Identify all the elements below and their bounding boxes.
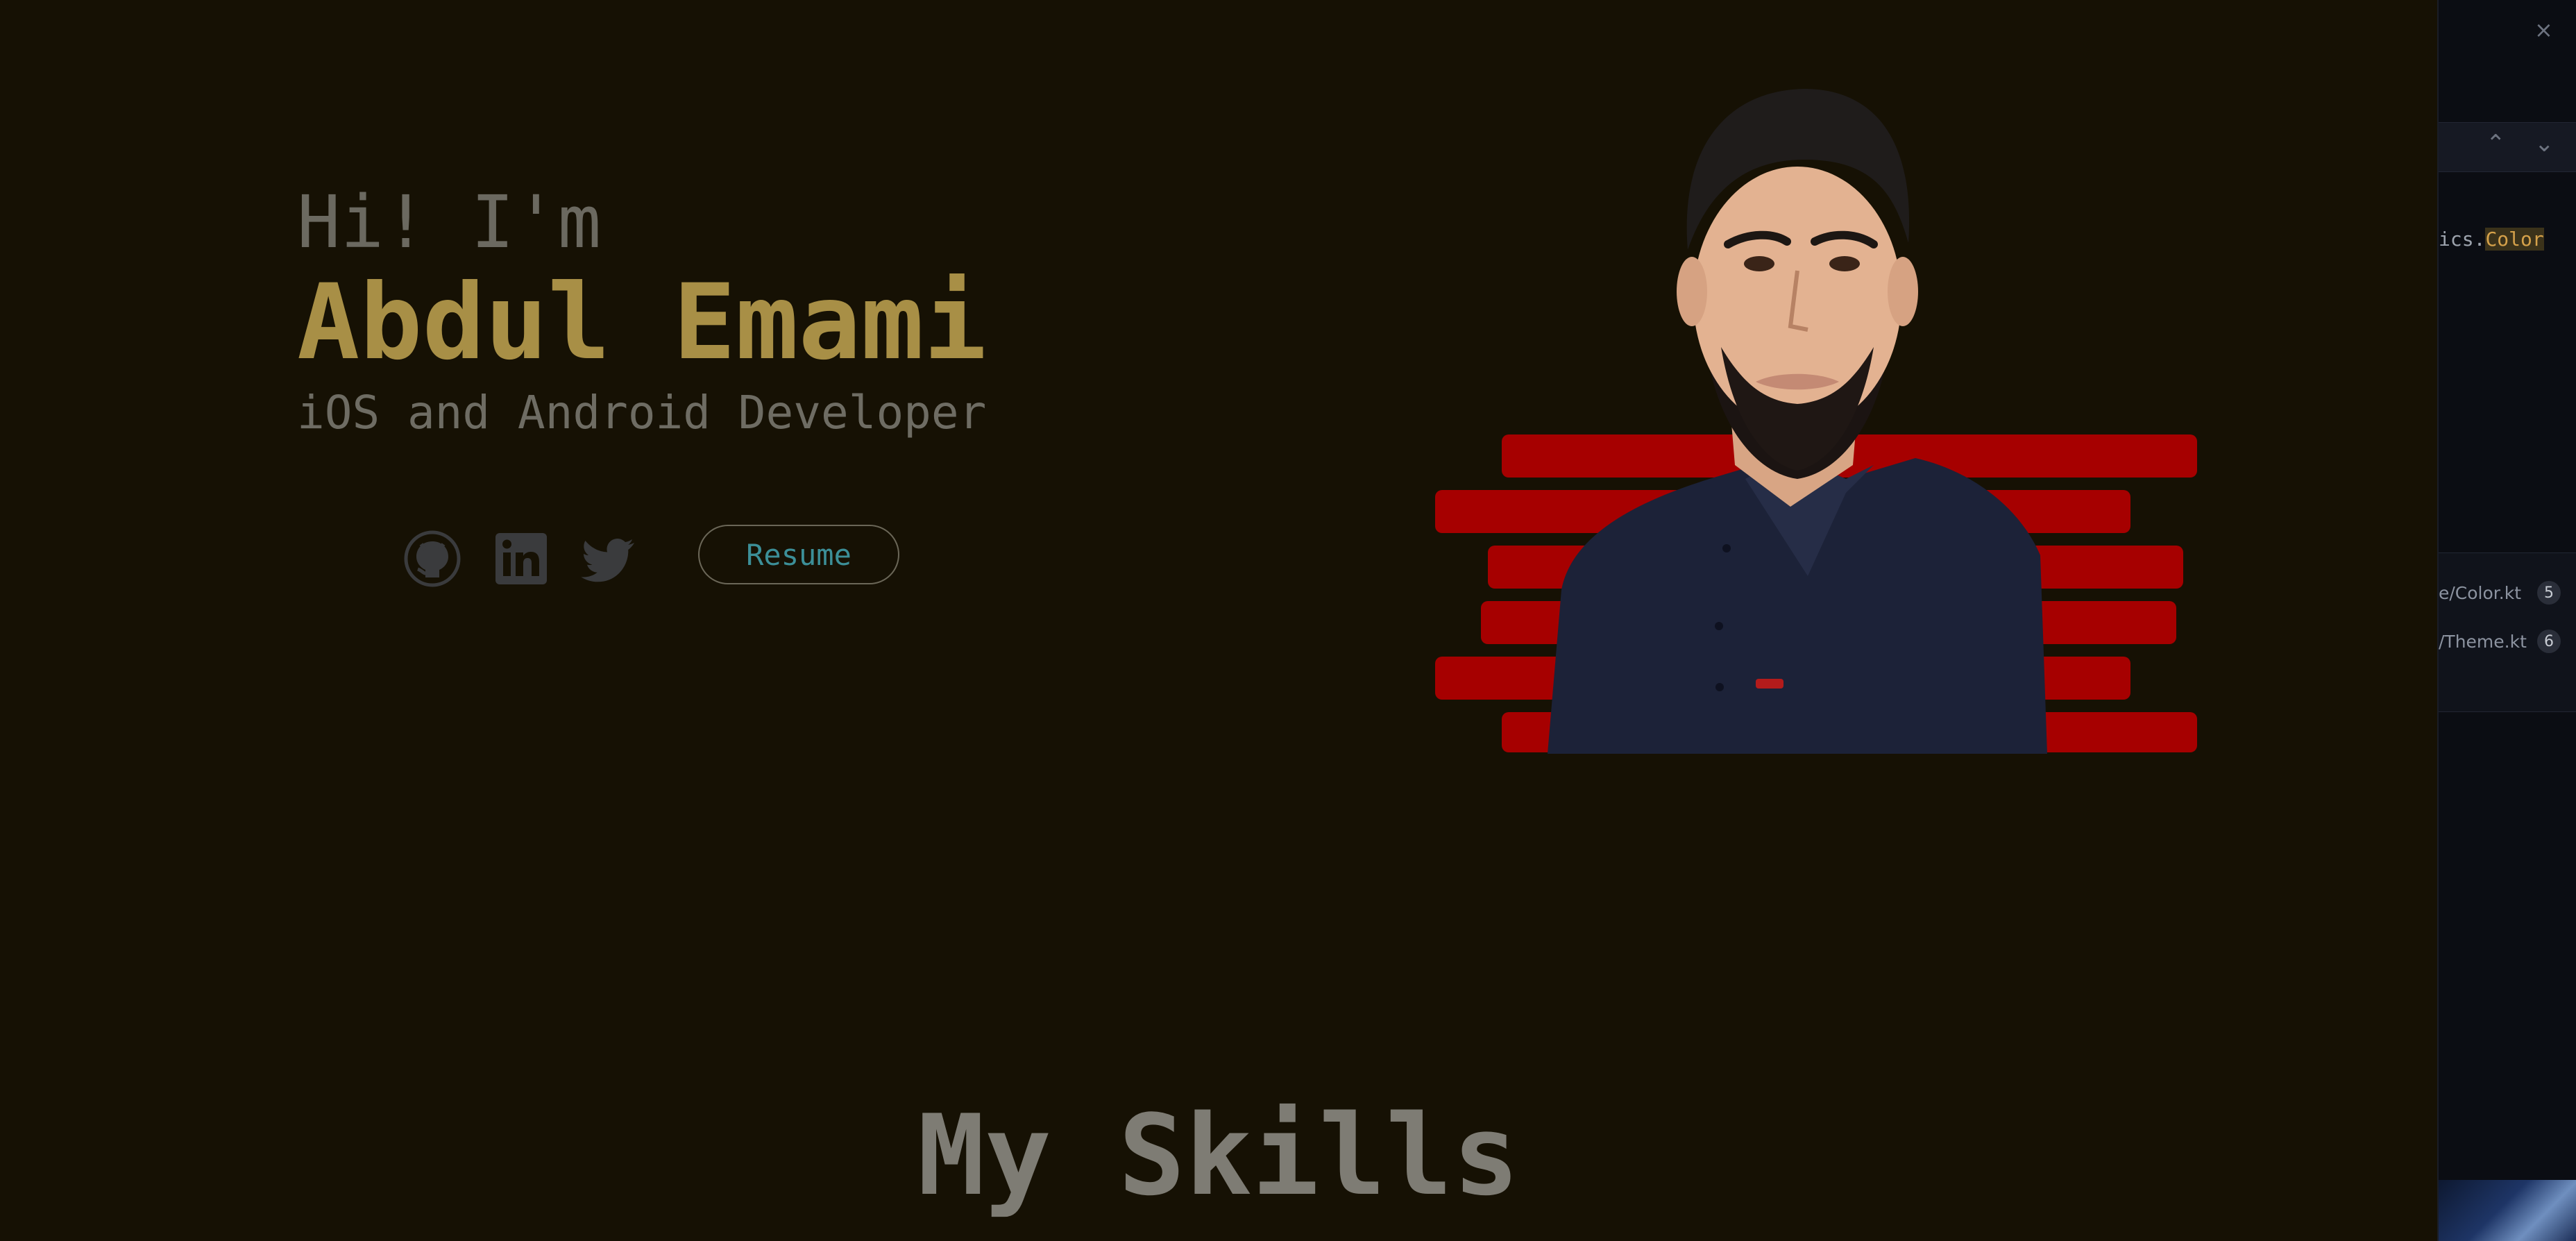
profile-photo bbox=[1435, 89, 2197, 754]
file-name: e/Color.kt bbox=[2439, 582, 2522, 603]
twitter-icon[interactable] bbox=[580, 529, 640, 589]
skills-title: My Skills bbox=[917, 1090, 1520, 1220]
find-toolbar: ⌃ ⌄ bbox=[2439, 122, 2576, 172]
file-name: /Theme.kt bbox=[2439, 631, 2527, 652]
github-icon[interactable] bbox=[402, 529, 462, 589]
editor-side-panel: × ⌃ ⌄ ics.Color e/Color.kt 5 /Theme.kt 6 bbox=[2437, 0, 2576, 1241]
file-results-list: e/Color.kt 5 /Theme.kt 6 bbox=[2439, 552, 2576, 712]
close-icon[interactable]: × bbox=[2534, 17, 2553, 43]
portfolio-page: Hi! I'm Abdul Emami iOS and Android Deve… bbox=[0, 0, 2437, 1241]
social-links bbox=[402, 529, 640, 589]
hero-role: iOS and Android Developer bbox=[297, 386, 987, 439]
match-count-badge: 6 bbox=[2537, 630, 2561, 653]
resume-button[interactable]: Resume bbox=[698, 525, 899, 584]
hero-text: Hi! I'm Abdul Emami iOS and Android Deve… bbox=[297, 180, 986, 444]
code-highlight: Color bbox=[2485, 228, 2544, 251]
linkedin-icon[interactable] bbox=[491, 529, 551, 589]
greeting: Hi! I'm bbox=[297, 180, 602, 264]
wallpaper-preview bbox=[2439, 1180, 2576, 1241]
chevron-up-icon[interactable]: ⌃ bbox=[2486, 130, 2506, 158]
chevron-down-icon[interactable]: ⌄ bbox=[2534, 130, 2554, 158]
file-result-row[interactable]: e/Color.kt 5 bbox=[2439, 575, 2576, 610]
hero-name: Abdul Emami bbox=[297, 262, 987, 383]
code-prefix: ics. bbox=[2439, 228, 2486, 251]
file-result-row[interactable]: /Theme.kt 6 bbox=[2439, 624, 2576, 659]
match-count-badge: 5 bbox=[2537, 581, 2561, 605]
code-snippet: ics.Color bbox=[2439, 228, 2544, 251]
